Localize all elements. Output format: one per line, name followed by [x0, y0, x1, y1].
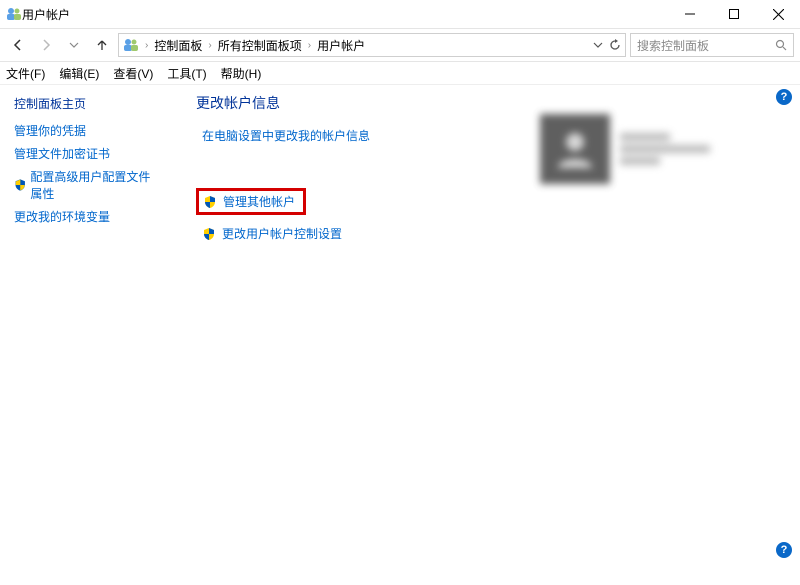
- refresh-icon[interactable]: [609, 39, 621, 51]
- user-accounts-icon: [6, 6, 22, 22]
- content-body: ? 控制面板主页 管理你的凭据 管理文件加密证书 配置高级用户配置文件属性 更改…: [0, 85, 800, 585]
- chevron-right-icon: ›: [208, 40, 211, 51]
- menu-help[interactable]: 帮助(H): [221, 65, 262, 82]
- menu-file[interactable]: 文件(F): [6, 65, 45, 82]
- sidebar-link-credentials[interactable]: 管理你的凭据: [14, 122, 158, 139]
- chevron-down-icon[interactable]: [593, 40, 603, 50]
- link-label: 管理其他帐户: [223, 193, 295, 210]
- shield-icon: [203, 195, 217, 209]
- title-bar: 用户帐户: [0, 0, 800, 29]
- sidebar-link-label: 配置高级用户配置文件属性: [30, 168, 158, 202]
- minimize-button[interactable]: [668, 0, 712, 28]
- maximize-button[interactable]: [712, 0, 756, 28]
- chevron-right-icon: ›: [308, 40, 311, 51]
- address-icon: [123, 37, 139, 53]
- forward-button[interactable]: [34, 33, 58, 57]
- address-bar[interactable]: › 控制面板 › 所有控制面板项 › 用户帐户: [118, 33, 626, 57]
- sidebar-link-label: 管理你的凭据: [14, 122, 86, 139]
- sidebar: 控制面板主页 管理你的凭据 管理文件加密证书 配置高级用户配置文件属性 更改我的…: [0, 85, 168, 585]
- sidebar-link-label: 更改我的环境变量: [14, 208, 110, 225]
- help-icon-bottom[interactable]: ?: [776, 542, 792, 558]
- shield-icon: [202, 227, 216, 241]
- chevron-right-icon: ›: [145, 40, 148, 51]
- search-input[interactable]: 搜索控制面板: [630, 33, 794, 57]
- sidebar-link-label: 管理文件加密证书: [14, 145, 110, 162]
- breadcrumb-item[interactable]: 控制面板: [154, 37, 202, 54]
- recent-locations-button[interactable]: [62, 33, 86, 57]
- link-label: 在电脑设置中更改我的帐户信息: [202, 127, 370, 144]
- sidebar-link-encryption-certs[interactable]: 管理文件加密证书: [14, 145, 158, 162]
- close-button[interactable]: [756, 0, 800, 28]
- search-icon: [775, 39, 787, 51]
- menu-bar: 文件(F) 编辑(E) 查看(V) 工具(T) 帮助(H): [0, 62, 800, 85]
- sidebar-link-advanced-profile[interactable]: 配置高级用户配置文件属性: [14, 168, 158, 202]
- current-user-tile: [540, 109, 770, 189]
- back-button[interactable]: [6, 33, 30, 57]
- up-button[interactable]: [90, 33, 114, 57]
- breadcrumb-item[interactable]: 用户帐户: [317, 37, 365, 54]
- highlighted-link-manage-other-accounts[interactable]: 管理其他帐户: [196, 188, 306, 215]
- menu-edit[interactable]: 编辑(E): [59, 65, 99, 82]
- avatar: [540, 114, 610, 184]
- breadcrumb-item[interactable]: 所有控制面板项: [218, 37, 302, 54]
- sidebar-title[interactable]: 控制面板主页: [14, 95, 158, 112]
- sidebar-link-env-vars[interactable]: 更改我的环境变量: [14, 208, 158, 225]
- main-content: 更改帐户信息 在电脑设置中更改我的帐户信息 管理其他帐户 更改用户帐户控制设置: [168, 85, 800, 585]
- link-label: 更改用户帐户控制设置: [222, 225, 342, 242]
- shield-icon: [14, 178, 26, 192]
- menu-tools[interactable]: 工具(T): [167, 65, 206, 82]
- window-controls: [668, 0, 800, 28]
- search-placeholder: 搜索控制面板: [637, 37, 709, 54]
- menu-view[interactable]: 查看(V): [113, 65, 153, 82]
- user-info-text: [620, 129, 710, 169]
- link-change-uac-settings[interactable]: 更改用户帐户控制设置: [202, 225, 784, 242]
- window-title: 用户帐户: [22, 6, 70, 23]
- navigation-bar: › 控制面板 › 所有控制面板项 › 用户帐户 搜索控制面板: [0, 29, 800, 62]
